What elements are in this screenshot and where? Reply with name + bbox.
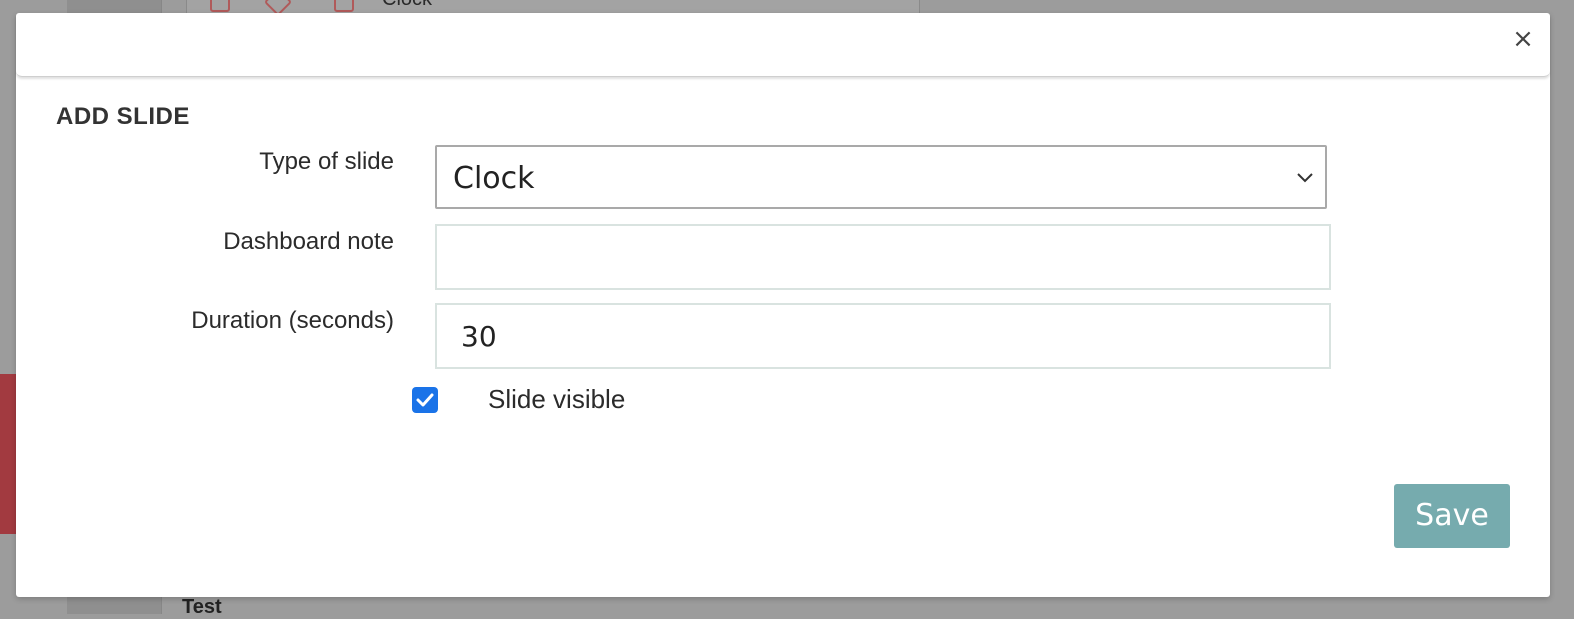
dashboard-note-label: Dashboard note — [223, 228, 394, 255]
slide-visible-label: Slide visible — [488, 384, 626, 414]
type-of-slide-label: Type of slide — [259, 148, 394, 175]
chevron-down-icon — [1297, 173, 1313, 183]
slide-visible-checkbox[interactable] — [412, 387, 438, 413]
dashboard-note-input[interactable] — [435, 224, 1331, 290]
type-of-slide-value: Clock — [453, 161, 535, 196]
type-of-slide-select[interactable]: Clock — [435, 145, 1327, 209]
duration-input[interactable] — [435, 303, 1331, 369]
checkmark-icon — [416, 393, 434, 407]
background-red-strip — [0, 374, 16, 534]
background-bottom-text: Test — [182, 596, 222, 618]
duration-label: Duration (seconds) — [191, 307, 394, 334]
save-button[interactable]: Save — [1394, 484, 1510, 548]
background-visibility-icon — [210, 0, 230, 12]
modal-title: ADD SLIDE — [56, 103, 190, 130]
background-row — [186, 0, 920, 14]
add-slide-modal: × ADD SLIDE Type of slide Clock Dashboar… — [16, 13, 1550, 597]
modal-header: × — [16, 13, 1550, 77]
close-icon[interactable]: × — [1510, 25, 1536, 53]
background-delete-icon — [334, 0, 354, 12]
background-row-text: Clock — [382, 0, 432, 11]
